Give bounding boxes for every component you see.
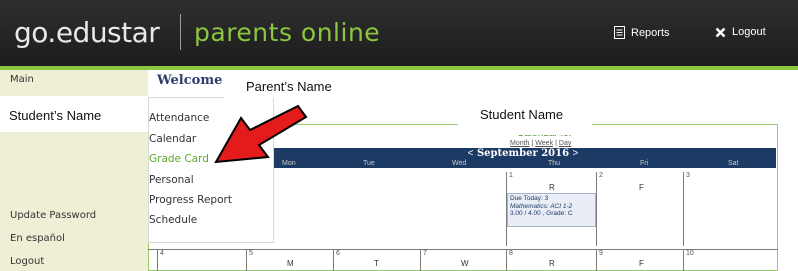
callout-arrow-icon (214, 104, 308, 164)
